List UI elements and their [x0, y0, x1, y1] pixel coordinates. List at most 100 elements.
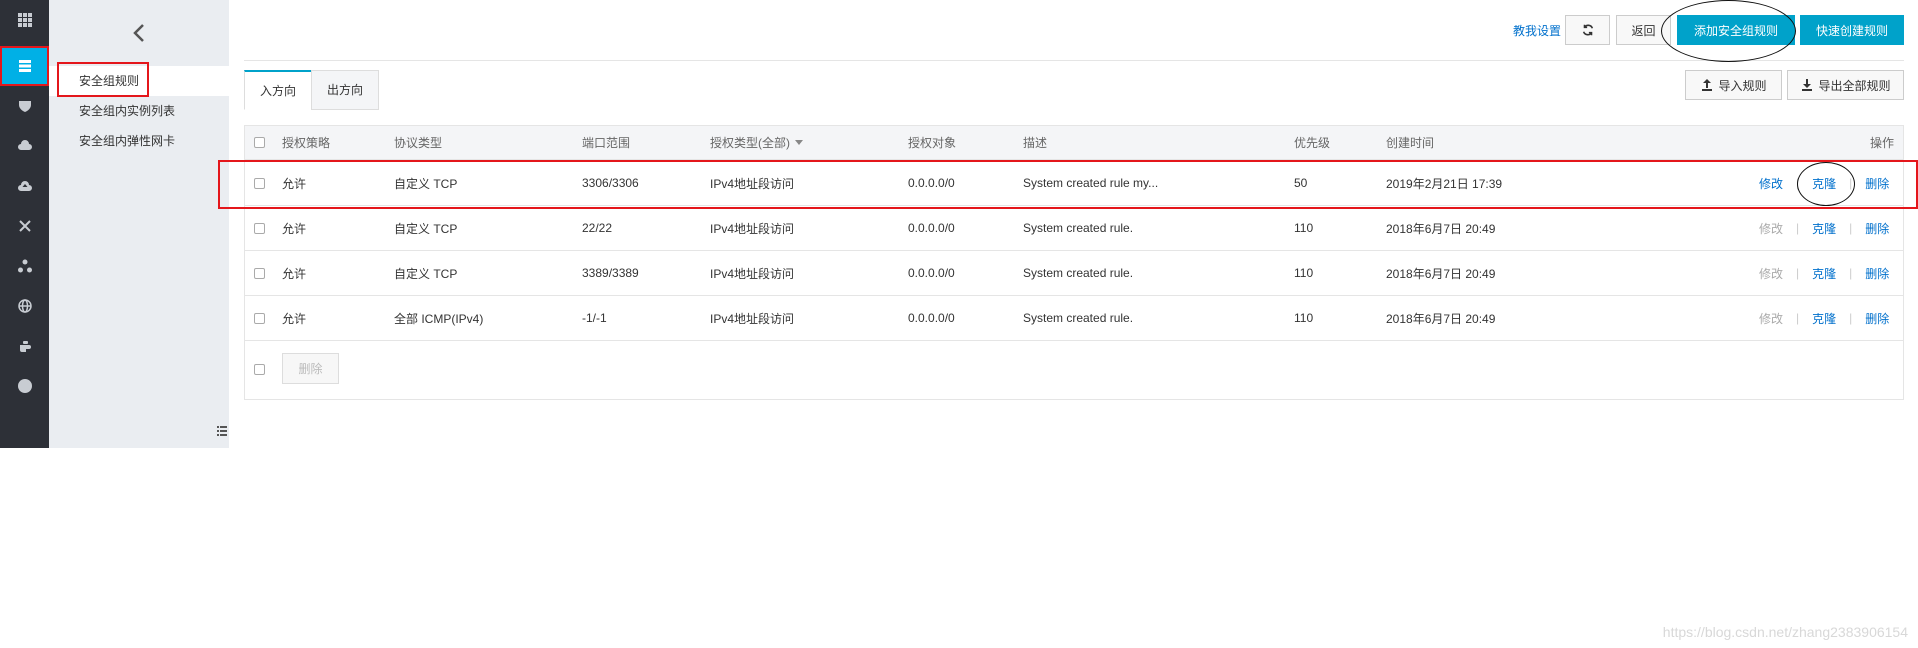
back-button[interactable]: 返回: [1616, 15, 1671, 45]
cell-priority: 110: [1294, 221, 1314, 235]
cell-auth-type: IPv4地址段访问: [710, 221, 795, 236]
caret-down-icon: [795, 140, 803, 145]
rail-item-globe[interactable]: [0, 286, 49, 326]
header-divider: [244, 60, 1904, 61]
cell-actions: 修改 | 克隆 | 删除: [1759, 310, 1890, 327]
import-rules-button[interactable]: 导入规则: [1685, 70, 1782, 100]
rail-item-grid[interactable]: [0, 0, 49, 40]
cluster-icon: [17, 259, 32, 273]
col-header-auth-type[interactable]: 授权类型(全部): [710, 126, 803, 159]
network-icon: [18, 220, 31, 232]
table-row: 允许 自定义 TCP 22/22 IPv4地址段访问 0.0.0.0/0 Sys…: [245, 206, 1903, 251]
cell-created: 2018年6月7日 20:49: [1386, 221, 1496, 236]
row-checkbox[interactable]: [254, 267, 265, 279]
rail-item-server[interactable]: [0, 46, 49, 86]
delete-rule-link[interactable]: 删除: [1865, 175, 1889, 192]
col-header-port: 端口范围: [582, 136, 631, 150]
col-header-protocol: 协议类型: [394, 136, 443, 150]
refresh-button[interactable]: [1565, 15, 1610, 45]
sidebar-item-eni[interactable]: 安全组内弹性网卡: [49, 126, 229, 156]
clone-rule-link[interactable]: 克隆: [1812, 175, 1836, 192]
secondary-sidebar: 安全组规则 安全组内实例列表 安全组内弹性网卡: [49, 0, 229, 448]
help-setup-link[interactable]: 教我设置: [1513, 22, 1561, 39]
table-header: 授权策略 协议类型 端口范围 授权类型(全部) 授权对象 描述 优先级 创建时间…: [245, 126, 1903, 160]
col-header-priority: 优先级: [1294, 136, 1331, 150]
row-checkbox[interactable]: [254, 177, 265, 189]
rail-item-network[interactable]: [0, 206, 49, 246]
cell-description: System created rule.: [1023, 266, 1134, 280]
footer-select-all-checkbox[interactable]: [254, 364, 265, 375]
delete-rule-link[interactable]: 删除: [1865, 310, 1889, 327]
tab-inbound[interactable]: 入方向: [244, 70, 312, 110]
select-all-checkbox[interactable]: [254, 137, 265, 148]
refresh-icon: [1582, 24, 1593, 36]
row-checkbox[interactable]: [254, 312, 265, 324]
sidebar-item-rules[interactable]: 安全组规则: [49, 66, 229, 96]
cell-description: System created rule.: [1023, 221, 1134, 235]
tab-outbound[interactable]: 出方向: [311, 70, 379, 110]
cell-port: 22/22: [582, 221, 613, 235]
sidebar-item-instances[interactable]: 安全组内实例列表: [49, 96, 229, 126]
cell-created: 2019年2月21日 17:39: [1386, 176, 1503, 191]
cell-created: 2018年6月7日 20:49: [1386, 266, 1496, 281]
sidebar-collapse-toggle[interactable]: [217, 424, 229, 448]
add-security-rule-button[interactable]: 添加安全组规则: [1677, 15, 1795, 45]
quick-create-rule-button[interactable]: 快速创建规则: [1800, 15, 1904, 45]
cell-target: 0.0.0.0/0: [908, 176, 955, 190]
rail-item-cluster[interactable]: [0, 246, 49, 286]
list-icon: [217, 426, 227, 436]
cell-actions: 修改 | 克隆 | 删除: [1759, 175, 1890, 192]
watermark: https://blog.csdn.net/zhang2383906154: [1662, 624, 1908, 640]
cell-protocol: 自定义 TCP: [394, 221, 458, 236]
rail-item-circle[interactable]: [0, 366, 49, 406]
table-footer: 删除: [245, 340, 1903, 400]
cell-auth-type: IPv4地址段访问: [710, 266, 795, 281]
rail-item-shield[interactable]: [0, 86, 49, 126]
cell-auth-type: IPv4地址段访问: [710, 311, 795, 326]
cell-target: 0.0.0.0/0: [908, 221, 955, 235]
shield-icon: [18, 101, 31, 112]
rail-item-cloud-upload[interactable]: [0, 166, 49, 206]
cell-protocol: 自定义 TCP: [394, 266, 458, 281]
cell-target: 0.0.0.0/0: [908, 266, 955, 280]
cell-target: 0.0.0.0/0: [908, 311, 955, 325]
globe-icon: [17, 299, 32, 313]
cell-port: 3306/3306: [582, 176, 639, 190]
cell-priority: 50: [1294, 176, 1308, 190]
rules-table: 授权策略 协议类型 端口范围 授权类型(全部) 授权对象 描述 优先级 创建时间…: [244, 125, 1904, 400]
circle-icon: [17, 379, 32, 393]
edit-rule-link: 修改: [1759, 266, 1784, 281]
export-all-rules-button[interactable]: 导出全部规则: [1787, 70, 1904, 100]
upload-icon: [1702, 79, 1713, 91]
sidebar-back-button[interactable]: [49, 0, 229, 65]
rail-item-hand[interactable]: [0, 326, 49, 366]
cloud-icon: [17, 140, 32, 150]
cell-description: System created rule.: [1023, 311, 1134, 325]
delete-rule-link[interactable]: 删除: [1865, 220, 1889, 237]
clone-rule-link[interactable]: 克隆: [1812, 220, 1836, 237]
rail-item-cloud[interactable]: [0, 126, 49, 166]
cell-actions: 修改 | 克隆 | 删除: [1759, 265, 1890, 282]
col-header-target: 授权对象: [908, 136, 957, 150]
cell-policy: 允许: [282, 221, 307, 236]
chevron-left-icon: [133, 23, 144, 42]
cell-protocol: 自定义 TCP: [394, 176, 458, 191]
edit-rule-link: 修改: [1759, 311, 1784, 326]
auth-type-filter-label: 授权类型(全部): [710, 136, 790, 150]
server-icon: [18, 60, 31, 72]
cloud-upload-icon: [17, 181, 32, 191]
clone-rule-link[interactable]: 克隆: [1812, 310, 1836, 327]
row-checkbox[interactable]: [254, 222, 265, 234]
delete-rule-link[interactable]: 删除: [1865, 265, 1889, 282]
cell-port: 3389/3389: [582, 266, 639, 280]
cell-created: 2018年6月7日 20:49: [1386, 311, 1496, 326]
col-header-description: 描述: [1023, 136, 1048, 150]
col-header-policy: 授权策略: [282, 136, 331, 150]
export-all-rules-label: 导出全部规则: [1818, 78, 1891, 93]
clone-rule-link[interactable]: 克隆: [1812, 265, 1836, 282]
cell-policy: 允许: [282, 266, 307, 281]
cell-priority: 110: [1294, 311, 1314, 325]
table-row: 允许 自定义 TCP 3306/3306 IPv4地址段访问 0.0.0.0/0…: [245, 161, 1903, 206]
cell-auth-type: IPv4地址段访问: [710, 176, 795, 191]
edit-rule-link[interactable]: 修改: [1759, 175, 1783, 192]
